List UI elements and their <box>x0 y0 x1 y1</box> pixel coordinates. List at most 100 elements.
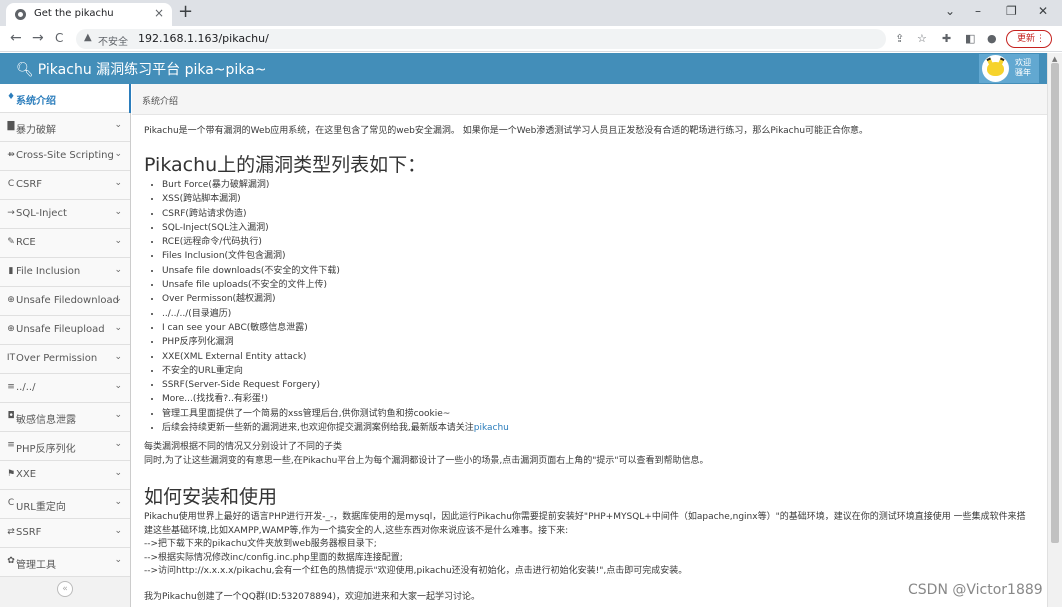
sidebar-item-xxe[interactable]: ⚑ XXE ⌄ <box>0 461 130 490</box>
sidebar-item-admintools[interactable]: ✿ 管理工具 ⌄ <box>0 548 130 577</box>
vuln-types-heading: Pikachu上的漏洞类型列表如下： <box>144 154 427 176</box>
key-icon: 🔍︎ <box>16 62 34 78</box>
sidepanel-icon[interactable]: ◧ <box>965 32 975 46</box>
sidebar-item-infoleak[interactable]: ◘ 敏感信息泄露 ⌄ <box>0 403 130 432</box>
restore-button[interactable]: ❐ <box>1006 4 1017 18</box>
profile-icon[interactable]: ● <box>987 32 997 46</box>
list-item: More...(找找看?..有彩蛋!) <box>162 392 509 406</box>
chevron-down-icon: ⌄ <box>114 526 122 536</box>
list-item: 管理工具里面提供了一个简易的xss管理后台,供你测试钓鱼和捞cookie~ <box>162 407 509 421</box>
chevron-down-icon: ⌄ <box>114 236 122 246</box>
sidebar-item-burteforce[interactable]: ▇ 暴力破解 ⌄ <box>0 113 130 142</box>
back-button[interactable]: ← <box>10 30 22 46</box>
list-item: SQL-Inject(SQL注入漏洞) <box>162 221 509 235</box>
update-label: 更新 <box>1017 34 1036 44</box>
pikachu-face <box>987 62 1004 76</box>
chevron-down-icon: ⌄ <box>114 497 122 507</box>
sidebar-item-label: File Inclusion <box>16 266 81 277</box>
breadcrumb-item[interactable]: 系统介绍 <box>142 94 178 107</box>
chevron-down-icon: ⌄ <box>114 294 122 304</box>
list-item: Unsafe file uploads(不安全的文件上传) <box>162 278 509 292</box>
sidebar-item-label: 暴力破解 <box>16 125 56 136</box>
list-item-last: 后续会持续更新一些新的漏洞进来,也欢迎你提交漏洞案例给我,最新版本请关注pika… <box>162 421 509 435</box>
browser-tab[interactable]: Get the pikachu × <box>6 3 172 26</box>
new-tab-button[interactable]: + <box>178 2 193 22</box>
install-line: -->把下载下来的pikachu文件夹放到web服务器根目录下; <box>144 539 377 549</box>
install-instructions: Pikachu使用世界上最好的语言PHP进行开发-_-，数据库使用的是mysql… <box>144 511 1034 579</box>
sidebar-item-label: 系统介绍 <box>16 96 56 107</box>
list-item: Unsafe file downloads(不安全的文件下载) <box>162 264 509 278</box>
sidebar-item-fileupload[interactable]: ⊕ Unsafe Fileupload ⌄ <box>0 316 130 345</box>
insecure-label[interactable]: 不安全 <box>98 33 128 48</box>
welcome-text: 欢迎 骚年 <box>1015 58 1031 78</box>
url-text[interactable]: 192.168.1.163/pikachu/ <box>138 32 269 45</box>
sidebar-collapse-button[interactable]: « <box>57 581 73 597</box>
update-button[interactable]: 更新 ⋮ <box>1006 30 1052 48</box>
share-icon[interactable]: ⇪ <box>895 32 904 46</box>
sidebar-item-urlredirect[interactable]: C URL重定向 ⌄ <box>0 490 130 519</box>
reload-button[interactable]: C <box>55 30 63 46</box>
sidebar-item-label: XXE <box>16 469 37 480</box>
chevron-down-icon: ⌄ <box>114 149 122 159</box>
sidebar-item-filedownload[interactable]: ⊕ Unsafe Filedownload ⌄ <box>0 287 130 316</box>
list-item: Files Inclusion(文件包含漏洞) <box>162 249 509 263</box>
sidebar-item-sqli[interactable]: → SQL-Inject ⌄ <box>0 200 130 229</box>
sidebar-item-xss[interactable]: ⇻ Cross-Site Scripting ⌄ <box>0 142 130 171</box>
install-line: -->访问http://x.x.x.x/pikachu,会有一个红色的热情提示"… <box>144 566 688 576</box>
list-item-text: 后续会持续更新一些新的漏洞进来,也欢迎你提交漏洞案例给我,最新版本请关注 <box>162 423 474 434</box>
sidebar-item-dir[interactable]: ≡ ../../ ⌄ <box>0 374 130 403</box>
site-title-link[interactable]: 🔍︎ Pikachu 漏洞练习平台 pika~pika~ <box>16 59 266 79</box>
sidebar-item-label: SSRF <box>16 527 42 538</box>
sidebar-item-label: ../../ <box>16 382 36 393</box>
avatar <box>982 55 1009 82</box>
address-bar[interactable]: ▲ 不安全 192.168.1.163/pikachu/ <box>76 29 886 49</box>
breadcrumb: 系统介绍 <box>132 84 1047 115</box>
sidebar-item-overpermission[interactable]: IT Over Permission ⌄ <box>0 345 130 374</box>
welcome-line-2: 骚年 <box>1015 68 1031 77</box>
tab-close-icon[interactable]: × <box>154 6 164 20</box>
scroll-thumb[interactable] <box>1051 63 1059 543</box>
chevron-down-icon: ⌄ <box>114 468 122 478</box>
sidebar-item-fileinclude[interactable]: ▮ File Inclusion ⌄ <box>0 258 130 287</box>
vuln-list: Burt Force(暴力破解漏洞) XSS(跨站脚本漏洞) CSRF(跨站请求… <box>162 178 509 435</box>
page-scrollbar[interactable]: ▲ <box>1047 53 1062 607</box>
list-item: Burt Force(暴力破解漏洞) <box>162 178 509 192</box>
minimize-button[interactable]: – <box>975 4 981 18</box>
user-menu[interactable]: 欢迎 骚年 <box>979 54 1039 83</box>
sidebar-item-ssrf[interactable]: ⇄ SSRF ⌄ <box>0 519 130 548</box>
tab-search-icon[interactable]: ⌄ <box>945 4 955 18</box>
sidebar-item-csrf[interactable]: C CSRF ⌄ <box>0 171 130 200</box>
sidebar-item-unserialize[interactable]: ≡ PHP反序列化 ⌄ <box>0 432 130 461</box>
site-title: Pikachu 漏洞练习平台 pika~pika~ <box>37 62 267 78</box>
list-item: PHP反序列化漏洞 <box>162 335 509 349</box>
list-item: XSS(跨站脚本漏洞) <box>162 192 509 206</box>
install-line: -->根据实际情况修改inc/config.inc.php里面的数据库连接配置; <box>144 552 403 563</box>
chevron-down-icon: ⌄ <box>114 352 122 362</box>
pikachu-link[interactable]: pikachu <box>474 423 509 433</box>
extensions-icon[interactable]: ✚ <box>942 32 951 46</box>
list-item: ../../../(目录遍历) <box>162 307 509 321</box>
menu-icon: ⋮ <box>1036 34 1045 44</box>
list-item: I can see your ABC(敏感信息泄露) <box>162 321 509 335</box>
bookmark-star-icon[interactable]: ☆ <box>917 32 927 46</box>
sidebar-item-label: RCE <box>16 237 36 248</box>
chevron-down-icon: ⌄ <box>114 439 122 449</box>
sidebar-item-label: 敏感信息泄露 <box>16 415 76 426</box>
site-header: 🔍︎ Pikachu 漏洞练习平台 pika~pika~ 欢迎 骚年 <box>0 53 1047 84</box>
chevron-down-icon: ⌄ <box>114 410 122 420</box>
install-line: Pikachu使用世界上最好的语言PHP进行开发-_-，数据库使用的是mysql… <box>144 512 1026 536</box>
sidebar-item-rce[interactable]: ✎ RCE ⌄ <box>0 229 130 258</box>
sidebar-item-label: Unsafe Filedownload <box>16 295 119 306</box>
scroll-up-arrow-icon[interactable]: ▲ <box>1052 55 1057 63</box>
sidebar-item-label: URL重定向 <box>16 502 66 513</box>
sidebar-item-intro[interactable]: ♦ 系统介绍 <box>0 84 131 113</box>
close-window-button[interactable]: ✕ <box>1038 4 1048 18</box>
sidebar-item-label: SQL-Inject <box>16 208 67 219</box>
list-item: 不安全的URL重定向 <box>162 364 509 378</box>
browser-tab-bar: Get the pikachu × + ⌄ – ❐ ✕ <box>0 0 1062 26</box>
forward-button[interactable]: → <box>32 30 44 46</box>
list-item: Over Permisson(越权漏洞) <box>162 292 509 306</box>
sidebar-item-label: CSRF <box>16 179 43 190</box>
sidebar: ♦ 系统介绍 ▇ 暴力破解 ⌄ ⇻ Cross-Site Scripting ⌄… <box>0 84 131 607</box>
chevron-down-icon: ⌄ <box>114 555 122 565</box>
